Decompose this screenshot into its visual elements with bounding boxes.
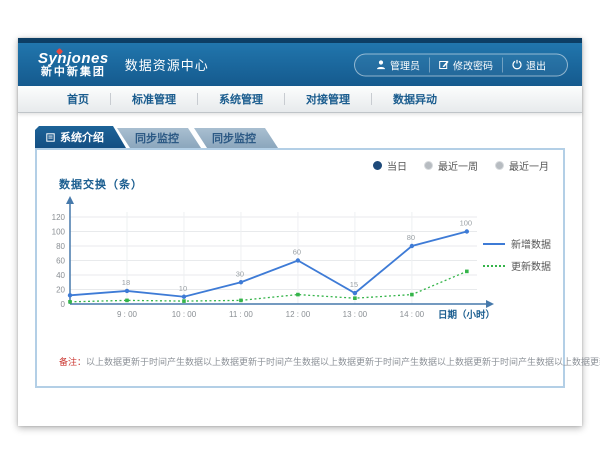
svg-text:30: 30 xyxy=(236,269,244,278)
content-area: 系统介绍 同步监控 同步监控 当日 最近一周 xyxy=(18,113,582,426)
app-window: Synjones 新中新集团 数据资源中心 管理员 修改密码 退出 xyxy=(18,38,582,426)
radio-today-label: 当日 xyxy=(387,158,407,173)
tab-sync-monitor-1[interactable]: 同步监控 xyxy=(117,128,201,148)
nav-item-system-mgmt[interactable]: 系统管理 xyxy=(198,91,284,107)
svg-text:60: 60 xyxy=(293,248,301,257)
nav-item-data-change[interactable]: 数据异动 xyxy=(372,91,458,107)
svg-text:100: 100 xyxy=(52,228,66,237)
radio-last-week[interactable]: 最近一周 xyxy=(424,158,478,173)
user-menu-change-password[interactable]: 修改密码 xyxy=(429,57,502,72)
company-logo: Synjones 新中新集团 xyxy=(38,51,109,78)
legend-item-new-data: 新增数据 xyxy=(483,236,551,251)
svg-text:100: 100 xyxy=(460,219,473,228)
radio-last-month-label: 最近一月 xyxy=(509,158,549,173)
user-menu-change-password-label: 修改密码 xyxy=(453,57,493,72)
svg-text:120: 120 xyxy=(52,213,66,222)
legend-item-updated-data: 更新数据 xyxy=(483,258,551,273)
chart-panel: 当日 最近一周 最近一月 数据交换（条） 0 20 40 60 80 100 120 9 : … xyxy=(35,148,565,388)
user-menu-logout-label: 退出 xyxy=(526,57,546,72)
tab-system-intro[interactable]: 系统介绍 xyxy=(35,126,126,148)
legend-label-new-data: 新增数据 xyxy=(511,236,551,251)
chart-area: 0 20 40 60 80 100 120 9 : 00 10 : 00 11 : 00 12 : … xyxy=(37,192,497,332)
radio-last-week-label: 最近一周 xyxy=(438,158,478,173)
nav-item-interface-mgmt[interactable]: 对接管理 xyxy=(285,91,371,107)
nav-item-home[interactable]: 首页 xyxy=(46,91,110,107)
logo-text-cn: 新中新集团 xyxy=(38,67,109,79)
user-menu-admin-label: 管理员 xyxy=(390,57,420,72)
svg-text:15: 15 xyxy=(350,280,358,289)
radio-dot-icon xyxy=(373,161,382,170)
radio-last-month[interactable]: 最近一月 xyxy=(495,158,549,173)
legend-swatch-updated-data xyxy=(483,265,505,267)
legend-label-updated-data: 更新数据 xyxy=(511,258,551,273)
chart-legend: 新增数据 更新数据 xyxy=(483,236,551,273)
svg-text:10 : 00: 10 : 00 xyxy=(172,310,197,319)
legend-swatch-new-data xyxy=(483,243,505,245)
main-nav: 首页 标准管理 系统管理 对接管理 数据异动 xyxy=(18,86,582,113)
radio-dot-icon xyxy=(495,161,504,170)
tab-sync-monitor-2[interactable]: 同步监控 xyxy=(194,128,278,148)
y-axis-title: 数据交换（条） xyxy=(59,176,143,192)
time-range-filter: 当日 最近一周 最近一月 xyxy=(373,158,549,173)
user-menu-admin[interactable]: 管理员 xyxy=(367,57,429,72)
radio-today[interactable]: 当日 xyxy=(373,158,407,173)
tab-bar: 系统介绍 同步监控 同步监控 xyxy=(35,126,565,148)
footnote: 备注：以上数据更新于时间产生数据以上数据更新于时间产生数据以上数据更新于时间产生… xyxy=(59,355,600,368)
edit-icon xyxy=(439,60,449,70)
svg-text:40: 40 xyxy=(56,271,65,280)
svg-text:20: 20 xyxy=(56,286,65,295)
document-icon xyxy=(46,133,55,142)
svg-text:60: 60 xyxy=(56,257,65,266)
user-menu-logout[interactable]: 退出 xyxy=(502,57,555,72)
tab-sync-monitor-2-label: 同步监控 xyxy=(212,130,256,146)
power-icon xyxy=(512,60,522,70)
svg-text:80: 80 xyxy=(407,233,415,242)
svg-text:日期（小时）: 日期（小时） xyxy=(438,309,495,321)
tab-system-intro-label: 系统介绍 xyxy=(60,129,104,145)
logo-text-en: Synjones xyxy=(38,51,109,67)
svg-text:18: 18 xyxy=(122,278,130,287)
svg-text:13 : 00: 13 : 00 xyxy=(343,310,368,319)
user-icon xyxy=(376,60,386,70)
tab-sync-monitor-1-label: 同步监控 xyxy=(135,130,179,146)
line-chart: 0 20 40 60 80 100 120 9 : 00 10 : 00 11 : 00 12 : … xyxy=(37,192,497,332)
svg-text:0: 0 xyxy=(61,300,66,309)
nav-item-standard-mgmt[interactable]: 标准管理 xyxy=(111,91,197,107)
svg-text:12 : 00: 12 : 00 xyxy=(286,310,311,319)
header-bar: Synjones 新中新集团 数据资源中心 管理员 修改密码 退出 xyxy=(18,43,582,86)
svg-text:14 : 00: 14 : 00 xyxy=(400,310,425,319)
footnote-prefix: 备注： xyxy=(59,357,86,367)
footnote-text: 以上数据更新于时间产生数据以上数据更新于时间产生数据以上数据更新于时间产生数据以… xyxy=(86,357,600,367)
user-menu: 管理员 修改密码 退出 xyxy=(354,53,568,76)
svg-text:10: 10 xyxy=(179,284,187,293)
svg-text:11 : 00: 11 : 00 xyxy=(229,310,253,319)
svg-text:80: 80 xyxy=(56,242,65,251)
radio-dot-icon xyxy=(424,161,433,170)
svg-text:9 : 00: 9 : 00 xyxy=(117,310,138,319)
page-title: 数据资源中心 xyxy=(125,55,209,74)
